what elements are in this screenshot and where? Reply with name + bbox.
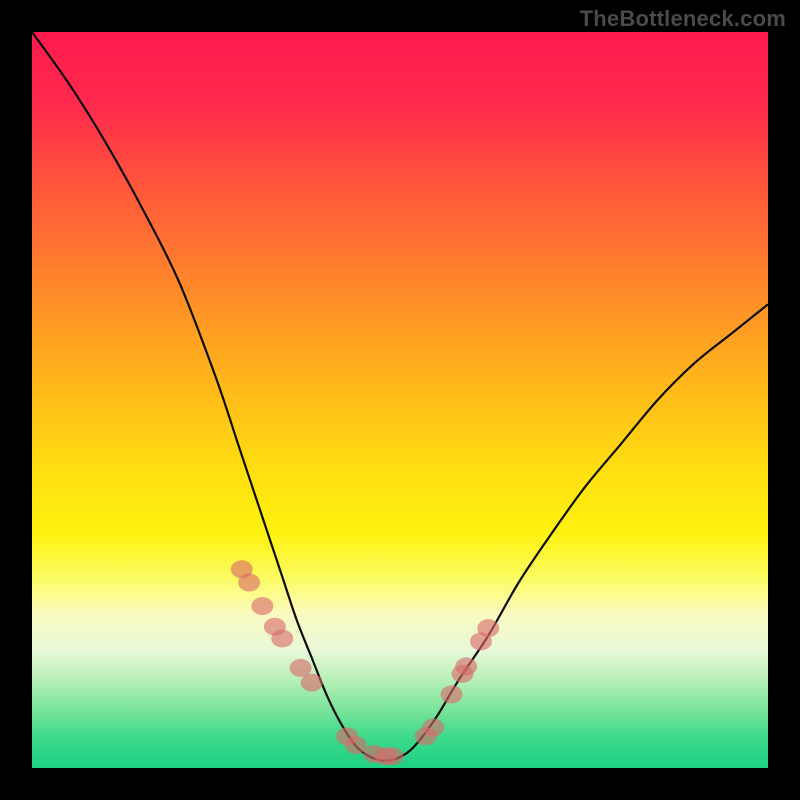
- marker-point: [271, 629, 293, 647]
- marker-point: [441, 685, 463, 703]
- marker-point: [477, 619, 499, 637]
- highlight-markers: [231, 560, 500, 765]
- marker-point: [238, 574, 260, 592]
- curve-svg: [32, 32, 768, 768]
- marker-point: [251, 597, 273, 615]
- marker-point: [422, 719, 444, 737]
- bottleneck-curve: [32, 32, 768, 761]
- marker-point: [301, 674, 323, 692]
- watermark-text: TheBottleneck.com: [580, 6, 786, 32]
- marker-point: [455, 657, 477, 675]
- marker-point: [382, 747, 404, 765]
- chart-frame: TheBottleneck.com: [0, 0, 800, 800]
- plot-area: [32, 32, 768, 768]
- marker-point: [345, 736, 367, 754]
